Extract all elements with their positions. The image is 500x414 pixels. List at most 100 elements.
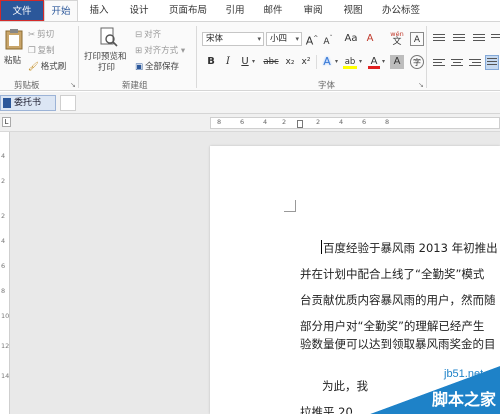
horizontal-ruler[interactable]: 8 6 4 2 2 4 6 8 [210, 117, 500, 129]
tab-file[interactable]: 文件 [0, 0, 44, 21]
tab-page-layout[interactable]: 页面布局 [164, 0, 212, 21]
vruler-tick: 2 [1, 177, 6, 185]
document-icon [3, 98, 11, 108]
align-button[interactable]: ⊟ 对齐 [135, 28, 162, 41]
align-label: 对齐 [144, 30, 162, 40]
document-tab-bar: 委托书 [0, 92, 500, 114]
vruler-tick: 12 [1, 342, 10, 350]
shrink-font-button[interactable]: Aˇ [321, 32, 335, 47]
ruler-tick: 8 [217, 118, 222, 126]
tab-selector-icon[interactable]: L [2, 117, 11, 127]
vruler-tick: 8 [1, 287, 6, 295]
tab-mailings[interactable]: 邮件 [258, 0, 288, 21]
paragraph-line[interactable]: 部分用户对“全勤奖”的理解已经产生 [300, 318, 484, 334]
font-color-swatch [368, 66, 380, 69]
paste-label: 粘贴 [4, 56, 22, 66]
group-divider [78, 26, 79, 88]
paragraph-line[interactable]: 百度经验于暴风雨 2013 年初推出 [323, 240, 498, 256]
document-tab-title: 委托书 [14, 98, 42, 108]
tab-home[interactable]: 开始 [44, 0, 78, 21]
ruler-tick: 4 [263, 118, 268, 126]
chevron-down-icon: ▾ [178, 46, 186, 56]
ruler-tick: 2 [282, 118, 287, 126]
chevron-down-icon[interactable]: ▾ [382, 58, 385, 65]
cut-button[interactable]: ✂ 剪切 [28, 28, 54, 41]
vruler-tick: 4 [1, 237, 6, 245]
decrease-indent-icon[interactable] [490, 32, 500, 44]
subscript-button[interactable]: x₂ [283, 55, 297, 69]
bold-button[interactable]: B [204, 55, 218, 69]
tab-review[interactable]: 审阅 [298, 0, 328, 21]
ribbon-home: 粘贴 ✂ 剪切 ❐ 复制 🖌 格式刷 剪贴板 ↘ 打印预览和 打印 ⊟ 对齐 ⊞ 对齐方式… [0, 21, 500, 91]
document-tab[interactable]: 委托书 [0, 95, 56, 111]
grow-font-button[interactable]: A^ [305, 32, 319, 48]
new-tab-button[interactable] [60, 95, 76, 111]
new-group-label: 新建组 [122, 81, 148, 91]
print-preview-label-2: 打印 [98, 63, 116, 73]
ruler-tick: 4 [339, 118, 344, 126]
format-painter-button[interactable]: 🖌 格式刷 [28, 60, 66, 73]
tab-design[interactable]: 设计 [124, 0, 154, 21]
divider [316, 55, 317, 69]
print-preview-icon [100, 27, 118, 47]
chevron-down-icon[interactable]: ▾ [335, 58, 338, 65]
text-effect-button[interactable]: A [320, 55, 334, 69]
align-left-icon[interactable] [432, 57, 446, 69]
indent-marker-icon[interactable] [297, 120, 303, 128]
save-all-button[interactable]: ▣ 全部保存 [135, 60, 180, 73]
dialog-launcher-icon[interactable]: ↘ [70, 81, 76, 89]
justify-icon[interactable] [485, 55, 499, 70]
copy-button[interactable]: ❐ 复制 [28, 44, 55, 57]
text-cursor [321, 240, 322, 254]
margin-corner-mark [284, 200, 296, 212]
underline-button[interactable]: U [238, 55, 252, 69]
print-preview-button[interactable]: 打印预览和 打印 [84, 26, 132, 74]
superscript-button[interactable]: x² [299, 55, 313, 69]
char-shading-button[interactable]: A [390, 55, 404, 69]
ruler-tick: 6 [240, 118, 245, 126]
vruler-tick: 2 [1, 212, 6, 220]
font-name-combo[interactable]: 宋体 ▾ [202, 32, 264, 46]
font-group-label: 字体 [318, 81, 336, 91]
font-color-button[interactable]: A [367, 55, 381, 69]
clipboard-group-label: 剪贴板 [14, 81, 40, 91]
chevron-down-icon: ▾ [257, 35, 261, 43]
paragraph-line[interactable]: 并在计划中配合上线了“全勤奖”模式 [300, 266, 484, 282]
vertical-ruler[interactable]: 4 2 2 4 6 8 10 12 14 [0, 132, 10, 414]
change-case-button[interactable]: Aa [342, 32, 360, 46]
font-name-value: 宋体 [206, 34, 224, 44]
chevron-down-icon: ▾ [295, 35, 299, 43]
phonetic-guide-button[interactable]: wén 文 [390, 30, 404, 47]
tab-insert[interactable]: 插入 [84, 0, 114, 21]
paragraph-line[interactable]: 台贡献优质内容暴风雨的用户，然而随 [300, 292, 496, 308]
vruler-tick: 4 [1, 152, 6, 160]
clipboard-icon [5, 29, 23, 50]
enclose-char-button[interactable]: A [410, 32, 424, 46]
multilevel-list-icon[interactable] [472, 32, 486, 44]
save-all-label: 全部保存 [145, 62, 180, 72]
chevron-down-icon[interactable]: ▾ [359, 58, 362, 65]
enclose-circle-button[interactable]: 字 [410, 55, 424, 69]
align-mode-label: 对齐方式 [144, 46, 179, 56]
paragraph-line[interactable]: 验数量便可以达到领取暴风雨奖金的目 [300, 336, 496, 352]
bullets-icon[interactable] [432, 32, 446, 44]
tab-view[interactable]: 视图 [338, 0, 368, 21]
font-size-combo[interactable]: 小四 ▾ [266, 32, 302, 46]
save-icon: ▣ [135, 61, 144, 72]
vruler-tick: 14 [1, 372, 10, 380]
watermark-sitename: 脚本之家 [432, 390, 497, 409]
align-center-icon[interactable] [450, 57, 464, 69]
ruler-tick: 6 [362, 118, 367, 126]
paste-button[interactable]: 粘贴 [3, 26, 25, 72]
chevron-down-icon[interactable]: ▾ [252, 58, 255, 65]
strikethrough-button[interactable]: abc [261, 55, 281, 69]
tab-references[interactable]: 引用 [220, 0, 250, 21]
highlight-button[interactable]: ab [342, 55, 358, 69]
italic-button[interactable]: I [221, 55, 235, 69]
tab-office-tab[interactable]: 办公标签 [376, 0, 426, 21]
align-right-icon[interactable] [468, 57, 482, 69]
dialog-launcher-icon[interactable]: ↘ [418, 81, 424, 89]
numbering-icon[interactable] [452, 32, 466, 44]
clear-format-button[interactable]: A [363, 32, 377, 46]
align-mode-button[interactable]: ⊞ 对齐方式 ▾ [135, 44, 186, 57]
